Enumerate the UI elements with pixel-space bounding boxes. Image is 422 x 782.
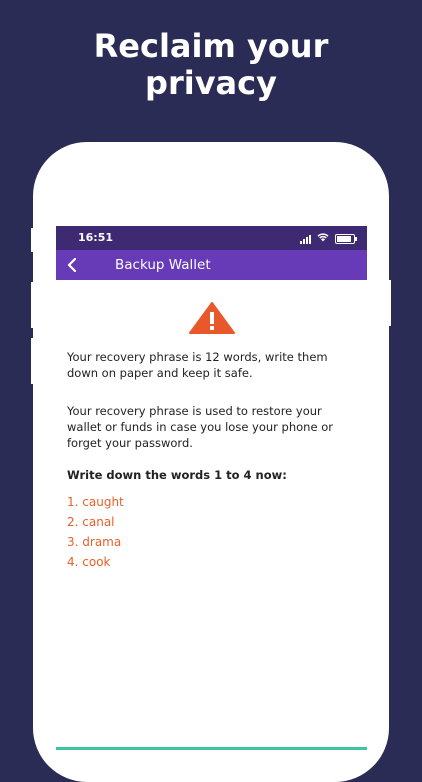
content-area: Your recovery phrase is 12 words, write … bbox=[56, 349, 367, 572]
status-icons bbox=[300, 232, 357, 245]
chevron-left-icon bbox=[67, 258, 77, 272]
recovery-word: 2. canal bbox=[67, 515, 115, 529]
signal-icon bbox=[300, 234, 311, 244]
recovery-word: 3. drama bbox=[67, 535, 122, 549]
status-bar: 16:51 bbox=[56, 226, 367, 250]
phone-screen: 16:51 Backup Wallet Your recovery phrase… bbox=[56, 226, 367, 750]
recovery-word: 4. cook bbox=[67, 555, 111, 569]
warning-icon-container bbox=[56, 301, 367, 335]
recovery-phrase-info: Your recovery phrase is 12 words, write … bbox=[67, 350, 328, 380]
marketing-headline: Reclaim your privacy bbox=[0, 28, 422, 102]
battery-icon bbox=[335, 233, 357, 244]
warning-triangle-icon bbox=[188, 302, 235, 334]
status-time: 16:51 bbox=[78, 231, 114, 244]
phone-volume-up-button bbox=[31, 282, 35, 328]
phone-volume-down-button bbox=[31, 338, 35, 384]
phone-power-button bbox=[387, 280, 391, 326]
phone-mute-switch bbox=[31, 228, 35, 252]
headline-line-2: privacy bbox=[145, 64, 277, 102]
back-button[interactable] bbox=[58, 250, 86, 280]
wifi-icon bbox=[317, 232, 329, 245]
recovery-word: 1. caught bbox=[67, 495, 124, 509]
app-bar: Backup Wallet bbox=[56, 250, 367, 280]
recovery-phrase-purpose: Your recovery phrase is used to restore … bbox=[67, 404, 333, 450]
write-down-instruction: Write down the words 1 to 4 now: bbox=[67, 468, 287, 482]
recovery-words-list: 1. caught 2. canal 3. drama 4. cook bbox=[67, 492, 356, 572]
app-bar-title: Backup Wallet bbox=[115, 257, 211, 273]
headline-line-1: Reclaim your bbox=[93, 27, 329, 65]
